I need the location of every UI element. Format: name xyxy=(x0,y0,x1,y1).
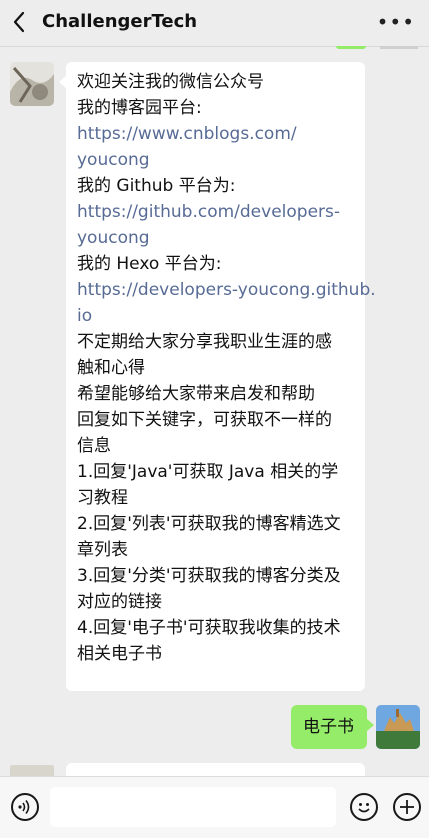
message-text-line: 希望能够给大家带来启发和帮助 xyxy=(77,384,315,404)
message-text-line: 触和心得 xyxy=(77,358,145,378)
emoji-icon[interactable] xyxy=(350,793,378,821)
sender-avatar[interactable] xyxy=(10,62,54,106)
message-link-line[interactable]: io xyxy=(77,303,354,329)
message-link-line[interactable]: https://github.com/developers- xyxy=(77,199,354,225)
message-text-line: 回复如下关键字，可获取不一样的 xyxy=(77,410,332,430)
previous-sent-bubble-edge xyxy=(336,46,366,49)
message-text-line: 1.回复'Java'可获取 Java 相关的学 xyxy=(77,462,339,482)
more-dots-icon[interactable]: ••• xyxy=(377,12,415,32)
message-text-line: 我的博客园平台: xyxy=(77,98,202,118)
message-link-line[interactable]: https://developers-youcong.github. xyxy=(77,277,376,303)
message-text-line: 相关电子书 xyxy=(77,644,162,664)
message-link-line[interactable]: youcong xyxy=(77,147,354,173)
previous-avatar-edge xyxy=(380,46,418,49)
message-input[interactable] xyxy=(50,787,336,827)
message-text-line: 信息 xyxy=(77,436,111,456)
next-message-bubble-edge xyxy=(66,763,365,776)
message-text-line: 我的 Hexo 平台为: xyxy=(77,254,222,274)
message-text-line: 不定期给大家分享我职业生涯的感 xyxy=(77,332,332,352)
message-link-line[interactable]: youcong xyxy=(77,225,354,251)
message-text-line: 章列表 xyxy=(77,540,128,560)
sent-message-text: 电子书 xyxy=(303,717,354,737)
my-avatar[interactable] xyxy=(376,705,420,749)
chevron-left-icon[interactable] xyxy=(10,10,30,34)
voice-icon[interactable] xyxy=(11,793,39,821)
sent-message-bubble[interactable]: 电子书 xyxy=(291,705,374,749)
next-sender-avatar xyxy=(10,763,54,776)
message-text-line: 习教程 xyxy=(77,488,128,508)
message-text-line: 欢迎关注我的微信公众号 xyxy=(77,72,264,92)
message-text-line: 我的 Github 平台为: xyxy=(77,176,236,196)
message-text-line: 3.回复'分类'可获取我的博客分类及 xyxy=(77,566,341,586)
message-text-line: 对应的链接 xyxy=(77,592,162,612)
message-text-line: 2.回复'列表'可获取我的博客精选文 xyxy=(77,514,341,534)
chat-header: ChallengerTech ••• xyxy=(0,0,429,47)
input-toolbar xyxy=(0,776,429,838)
plus-icon[interactable] xyxy=(393,793,421,821)
message-text-line: 4.回复'电子书'可获取我收集的技术 xyxy=(77,618,341,638)
message-link-line[interactable]: https://www.cnblogs.com/ xyxy=(77,121,354,147)
received-message-bubble[interactable]: 欢迎关注我的微信公众号 我的博客园平台: https://www.cnblogs.c… xyxy=(59,62,376,691)
chat-title: ChallengerTech xyxy=(42,11,198,32)
